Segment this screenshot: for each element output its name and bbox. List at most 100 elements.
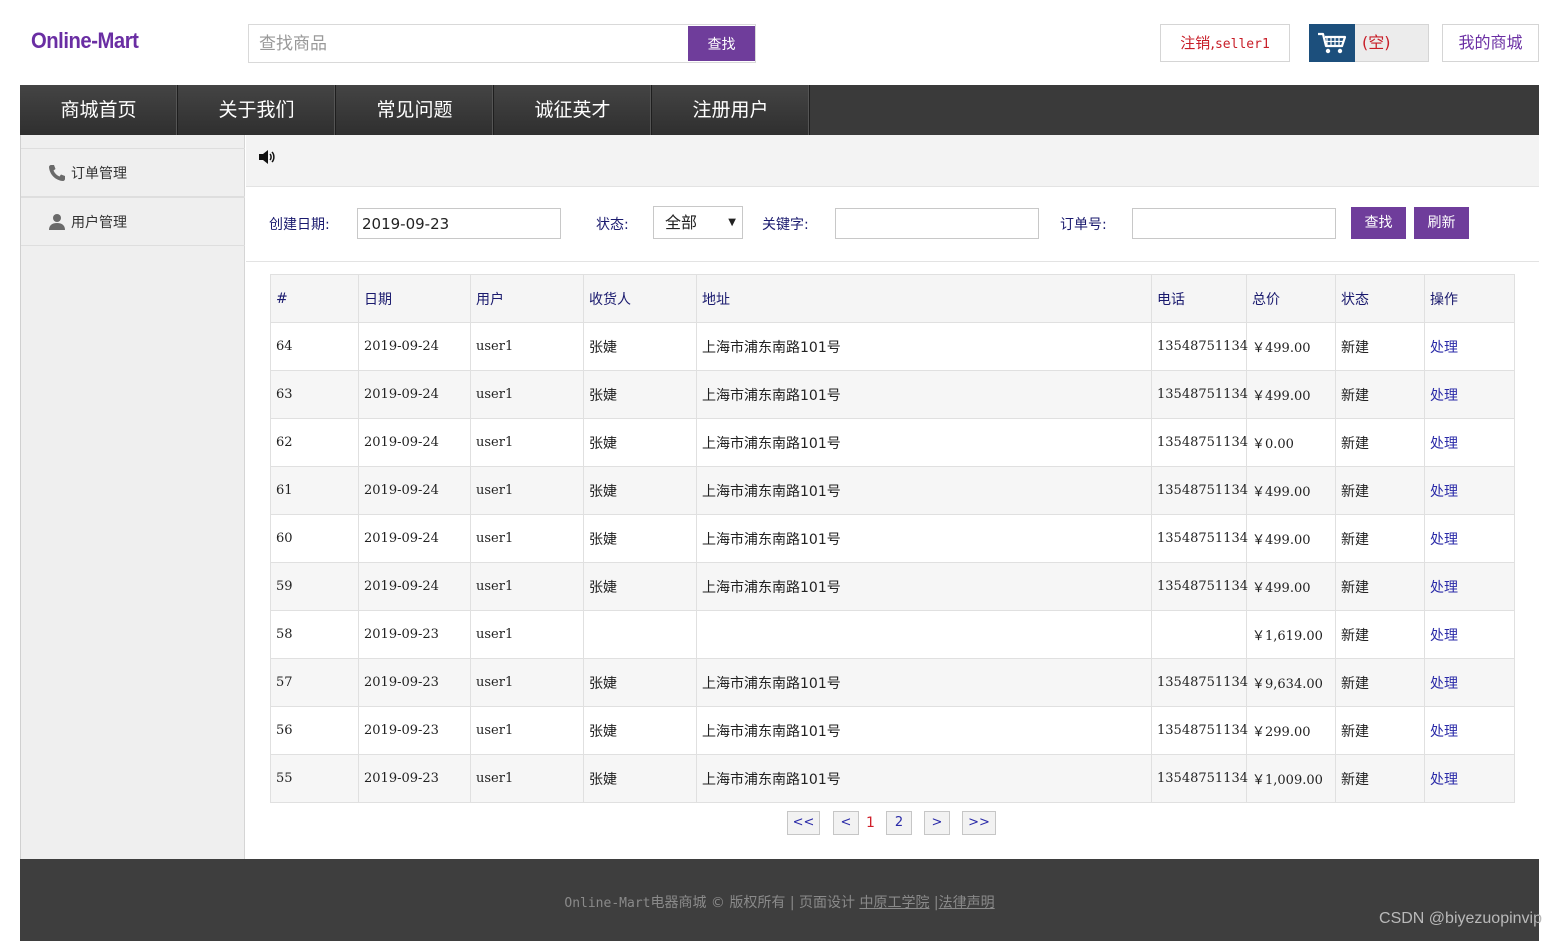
- cell-address: 上海市浦东南路101号: [696, 322, 1152, 371]
- cell-phone: 13548751134: [1151, 322, 1248, 371]
- cell-status: 新建: [1335, 466, 1425, 515]
- cell-phone: 13548751134: [1151, 706, 1248, 755]
- cell-receiver: 张婕: [583, 514, 697, 563]
- process-order-link[interactable]: 处理: [1430, 628, 1458, 644]
- cell-total: ￥499.00: [1246, 562, 1336, 611]
- cell-receiver: 张婕: [583, 754, 697, 803]
- table-row: 64 2019-09-24 user1 张婕 上海市浦东南路101号 1354875113…: [270, 322, 1515, 371]
- process-order-link[interactable]: 处理: [1430, 580, 1458, 596]
- current-page: 1: [866, 815, 875, 831]
- cart-button[interactable]: (空): [1309, 24, 1429, 62]
- table-row: 57 2019-09-23 user1 张婕 上海市浦东南路101号 1354875113…: [270, 658, 1515, 707]
- nav-item-careers[interactable]: 诚征英才: [494, 85, 652, 135]
- status-select[interactable]: 全部 ▼: [653, 206, 743, 239]
- footer-text: Online-Mart电器商城 © 版权所有 | 页面设计 中原工学院 |法律声…: [20, 892, 1539, 912]
- order-no-input[interactable]: [1132, 208, 1336, 239]
- prev-page-button[interactable]: <: [833, 811, 859, 835]
- cell-address: 上海市浦东南路101号: [696, 706, 1152, 755]
- cell-user: user1: [470, 418, 584, 467]
- user-icon: [47, 212, 67, 232]
- cell-id: 59: [270, 562, 359, 611]
- cell-user: user1: [470, 754, 584, 803]
- cell-date: 2019-09-24: [358, 322, 471, 371]
- cell-id: 58: [270, 610, 359, 659]
- last-page-button[interactable]: >>: [962, 811, 996, 835]
- content-area: 创建日期: 状态: 全部 ▼ 关键字: 订单号: 查找 刷新: [246, 135, 1539, 859]
- process-order-link[interactable]: 处理: [1430, 340, 1458, 356]
- notice-bar: [246, 135, 1539, 187]
- cell-address: 上海市浦东南路101号: [696, 418, 1152, 467]
- cell-date: 2019-09-23: [358, 658, 471, 707]
- cell-phone: 13548751134: [1151, 562, 1248, 611]
- cell-receiver: 张婕: [583, 706, 697, 755]
- footer-brand: Online-Mart: [564, 896, 651, 911]
- table-row: 62 2019-09-24 user1 张婕 上海市浦东南路101号 1354875113…: [270, 418, 1515, 467]
- process-order-link[interactable]: 处理: [1430, 676, 1458, 692]
- cell-total: ￥499.00: [1246, 514, 1336, 563]
- cell-receiver: 张婕: [583, 562, 697, 611]
- sidebar-item-users[interactable]: 用户管理: [21, 197, 245, 246]
- table-row: 63 2019-09-24 user1 张婕 上海市浦东南路101号 1354875113…: [270, 370, 1515, 419]
- speaker-icon[interactable]: [258, 149, 276, 169]
- nav-item-faq[interactable]: 常见问题: [336, 85, 494, 135]
- col-header-date: 日期: [358, 274, 471, 323]
- cell-user: user1: [470, 562, 584, 611]
- cell-total: ￥499.00: [1246, 466, 1336, 515]
- process-order-link[interactable]: 处理: [1430, 724, 1458, 740]
- nav-item-home[interactable]: 商城首页: [20, 85, 178, 135]
- cell-action: 处理: [1424, 514, 1515, 563]
- col-header-address: 地址: [696, 274, 1152, 323]
- first-page-button[interactable]: <<: [787, 811, 820, 835]
- process-order-link[interactable]: 处理: [1430, 532, 1458, 548]
- filter-search-button[interactable]: 查找: [1351, 207, 1406, 239]
- table-row: 58 2019-09-23 user1 ￥1,619.00 新建 处理: [270, 610, 1515, 659]
- process-order-link[interactable]: 处理: [1430, 484, 1458, 500]
- footer-link-school[interactable]: 中原工学院: [859, 895, 929, 911]
- col-header-id: #: [270, 274, 359, 323]
- page-2-button[interactable]: 2: [886, 811, 912, 835]
- footer-link-legal[interactable]: 法律声明: [939, 895, 995, 911]
- table-row: 61 2019-09-24 user1 张婕 上海市浦东南路101号 1354875113…: [270, 466, 1515, 515]
- cell-status: 新建: [1335, 658, 1425, 707]
- nav-item-about[interactable]: 关于我们: [178, 85, 336, 135]
- date-input[interactable]: [357, 208, 561, 239]
- cell-receiver: 张婕: [583, 466, 697, 515]
- footer-copyright: 电器商城 © 版权所有 | 页面设计: [650, 895, 855, 911]
- refresh-button[interactable]: 刷新: [1414, 207, 1469, 239]
- process-order-link[interactable]: 处理: [1430, 388, 1458, 404]
- orders-table-wrap: # 日期 用户 收货人 地址 电话 总价 状态 操作 64 2019-09-24 u…: [270, 274, 1515, 803]
- filter-bar: 创建日期: 状态: 全部 ▼ 关键字: 订单号: 查找 刷新: [246, 187, 1539, 262]
- keyword-input[interactable]: [835, 208, 1039, 239]
- table-header-row: # 日期 用户 收货人 地址 电话 总价 状态 操作: [270, 274, 1515, 323]
- logout-label: 注销,: [1180, 34, 1215, 52]
- cell-date: 2019-09-24: [358, 466, 471, 515]
- cell-receiver: 张婕: [583, 418, 697, 467]
- sidebar-item-orders[interactable]: 订单管理: [21, 148, 245, 197]
- search-input[interactable]: [249, 25, 687, 62]
- process-order-link[interactable]: 处理: [1430, 772, 1458, 788]
- cell-action: 处理: [1424, 418, 1515, 467]
- cell-action: 处理: [1424, 658, 1515, 707]
- keyword-label: 关键字:: [762, 217, 809, 233]
- main-nav: 商城首页 关于我们 常见问题 诚征英才 注册用户: [20, 85, 1539, 135]
- cell-status: 新建: [1335, 322, 1425, 371]
- cell-status: 新建: [1335, 418, 1425, 467]
- my-mall-button[interactable]: 我的商城: [1442, 24, 1539, 62]
- footer: Online-Mart电器商城 © 版权所有 | 页面设计 中原工学院 |法律声…: [20, 859, 1539, 941]
- next-page-button[interactable]: >: [924, 811, 950, 835]
- search-button[interactable]: 查找: [688, 26, 755, 61]
- cell-total: ￥499.00: [1246, 322, 1336, 371]
- logout-button[interactable]: 注销,seller1: [1160, 24, 1290, 62]
- sidebar-item-label: 用户管理: [71, 214, 127, 231]
- cell-id: 63: [270, 370, 359, 419]
- process-order-link[interactable]: 处理: [1430, 436, 1458, 452]
- cell-status: 新建: [1335, 514, 1425, 563]
- site-logo[interactable]: Online-Mart: [31, 28, 139, 54]
- sidebar-item-label: 订单管理: [71, 165, 127, 182]
- search-box: 查找: [248, 24, 756, 63]
- cell-date: 2019-09-23: [358, 754, 471, 803]
- table-row: 55 2019-09-23 user1 张婕 上海市浦东南路101号 1354875113…: [270, 754, 1515, 803]
- cell-total: ￥1,009.00: [1246, 754, 1336, 803]
- cell-receiver: [583, 610, 697, 659]
- nav-item-register[interactable]: 注册用户: [652, 85, 810, 135]
